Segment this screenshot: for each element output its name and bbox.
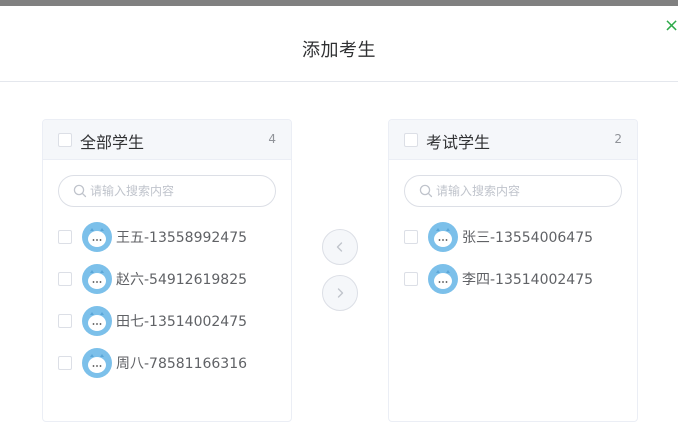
avatar xyxy=(82,306,112,336)
target-search-box[interactable] xyxy=(404,175,622,207)
move-to-source-button[interactable] xyxy=(322,229,358,265)
item-checkbox[interactable] xyxy=(58,230,72,244)
search-icon xyxy=(419,184,433,198)
target-list: 张三-13554006475 李四-13514002475 xyxy=(389,220,637,304)
chevron-left-icon xyxy=(336,242,343,252)
avatar xyxy=(428,264,458,294)
search-icon xyxy=(73,184,87,198)
item-label: 李四-13514002475 xyxy=(462,272,594,288)
avatar xyxy=(82,264,112,294)
target-search-input[interactable] xyxy=(436,176,616,206)
header-divider xyxy=(0,81,678,82)
source-panel: 全部学生 4 王五-13558992475 xyxy=(42,119,292,422)
source-panel-count: 4 xyxy=(268,132,276,146)
list-item[interactable]: 张三-13554006475 xyxy=(389,220,637,262)
item-label: 张三-13554006475 xyxy=(462,230,594,246)
select-all-source-checkbox[interactable] xyxy=(58,133,72,147)
item-label: 王五-13558992475 xyxy=(116,230,248,246)
dialog-title: 添加考生 xyxy=(302,40,376,61)
target-panel-title: 考试学生 xyxy=(426,133,491,152)
target-panel-header: 考试学生 2 xyxy=(389,120,637,160)
chevron-right-icon xyxy=(337,288,344,298)
window-top-bar xyxy=(0,0,678,6)
source-search-input[interactable] xyxy=(90,176,270,206)
item-label: 周八-78581166316 xyxy=(116,356,248,372)
source-search-box[interactable] xyxy=(58,175,276,207)
item-checkbox[interactable] xyxy=(404,230,418,244)
close-icon[interactable]: × xyxy=(664,16,678,36)
select-all-target-checkbox[interactable] xyxy=(404,133,418,147)
target-panel-count: 2 xyxy=(614,132,622,146)
item-checkbox[interactable] xyxy=(404,272,418,286)
source-panel-header: 全部学生 4 xyxy=(43,120,291,160)
target-panel: 考试学生 2 张三-13554006475 xyxy=(388,119,638,422)
avatar xyxy=(428,222,458,252)
avatar xyxy=(82,348,112,378)
item-checkbox[interactable] xyxy=(58,272,72,286)
item-checkbox[interactable] xyxy=(58,314,72,328)
list-item[interactable]: 李四-13514002475 xyxy=(389,262,637,304)
item-checkbox[interactable] xyxy=(58,356,72,370)
source-list: 王五-13558992475 赵六-54912619825 田七-1351400… xyxy=(43,220,291,388)
item-label: 赵六-54912619825 xyxy=(116,272,248,288)
move-to-target-button[interactable] xyxy=(322,275,358,311)
list-item[interactable]: 赵六-54912619825 xyxy=(43,262,291,304)
list-item[interactable]: 周八-78581166316 xyxy=(43,346,291,388)
list-item[interactable]: 王五-13558992475 xyxy=(43,220,291,262)
list-item[interactable]: 田七-13514002475 xyxy=(43,304,291,346)
item-label: 田七-13514002475 xyxy=(116,314,248,330)
avatar xyxy=(82,222,112,252)
source-panel-title: 全部学生 xyxy=(80,133,145,152)
